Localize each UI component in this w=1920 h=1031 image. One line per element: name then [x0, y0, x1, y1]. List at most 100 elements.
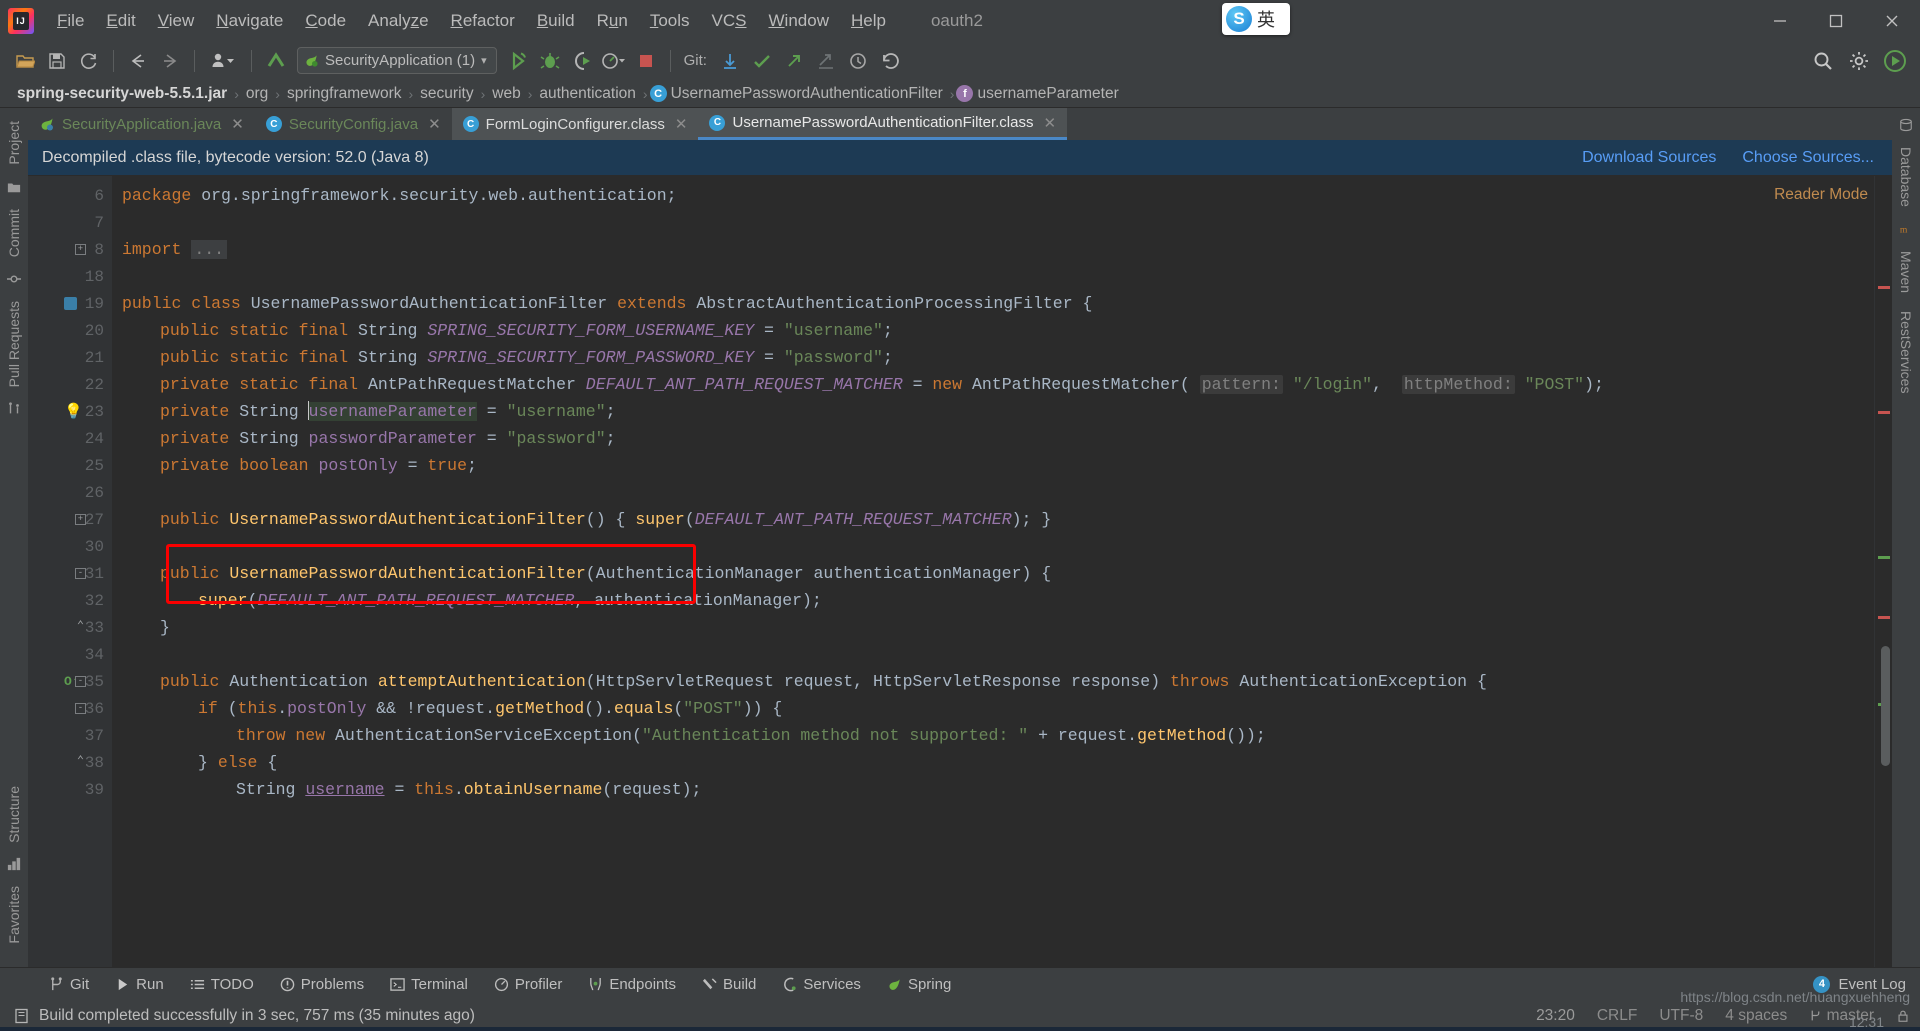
breadcrumb-item-class[interactable]: C UsernamePasswordAuthenticationFilter [649, 85, 948, 103]
sidebar-item-commit[interactable]: Commit [4, 200, 24, 266]
code-fold-toggle[interactable]: - [75, 676, 86, 687]
gutter-line[interactable]: 18 [28, 263, 112, 290]
bottom-item-git[interactable]: Git [36, 976, 102, 993]
gutter-line[interactable]: ⌃ 33 [28, 614, 112, 641]
menu-analyze[interactable]: Analyze [357, 7, 440, 35]
gutter-line[interactable]: O↑ -35 [28, 668, 112, 695]
intention-bulb-icon[interactable]: 💡 [64, 402, 83, 421]
ime-indicator[interactable]: 英 [1222, 3, 1290, 35]
profiler-dropdown-icon[interactable] [599, 47, 629, 75]
gutter-line[interactable]: -31 [28, 560, 112, 587]
run-with-coverage-icon[interactable] [567, 47, 597, 75]
update-project-icon[interactable] [261, 47, 291, 75]
sidebar-item-restservices[interactable]: RestServices [1896, 302, 1916, 402]
code-line[interactable]: public class UsernamePasswordAuthenticat… [112, 290, 1874, 317]
gutter-line[interactable]: 💡 23 [28, 398, 112, 425]
menu-window[interactable]: Window [758, 7, 840, 35]
git-shelve-icon[interactable] [811, 47, 841, 75]
code-line[interactable]: } else { [112, 749, 1874, 776]
error-marker[interactable] [1878, 411, 1890, 414]
code-fold-toggle[interactable]: - [75, 568, 86, 579]
code-line[interactable]: String username = this.obtainUsername(re… [112, 776, 1874, 803]
event-log-label[interactable]: Event Log [1838, 976, 1906, 993]
sidebar-item-pull-requests[interactable]: Pull Requests [4, 292, 24, 396]
status-line-separator[interactable]: CRLF [1597, 1007, 1637, 1025]
bottom-item-run[interactable]: Run [102, 976, 177, 993]
menu-file[interactable]: File [46, 7, 95, 35]
refresh-icon[interactable] [74, 47, 104, 75]
gutter-line[interactable]: 24 [28, 425, 112, 452]
gutter-line[interactable]: 26 [28, 479, 112, 506]
git-history-icon[interactable] [843, 47, 873, 75]
code-line[interactable]: if (this.postOnly && !request.getMethod(… [112, 695, 1874, 722]
stop-icon[interactable] [631, 47, 661, 75]
code-line[interactable]: super(DEFAULT_ANT_PATH_REQUEST_MATCHER, … [112, 587, 1874, 614]
intellij-idea-icon[interactable] [1880, 47, 1910, 75]
code-fold-toggle[interactable]: + [75, 514, 86, 525]
gutter-line[interactable]: +8 [28, 236, 112, 263]
bottom-item-endpoints[interactable]: Endpoints [575, 976, 689, 993]
lock-icon[interactable] [1896, 1009, 1910, 1023]
gutter-line[interactable]: 22 [28, 371, 112, 398]
git-push-icon[interactable] [779, 47, 809, 75]
gutter-line[interactable]: 30 [28, 533, 112, 560]
tab-security-config[interactable]: C SecurityConfig.java ✕ [255, 108, 452, 140]
menu-edit[interactable]: Edit [95, 7, 146, 35]
tab-close-icon[interactable]: ✕ [231, 115, 244, 133]
download-sources-link[interactable]: Download Sources [1582, 149, 1716, 167]
tab-close-icon[interactable]: ✕ [428, 115, 441, 133]
sidebar-item-maven[interactable]: Maven [1896, 242, 1916, 302]
breadcrumb-item-springframework[interactable]: springframework [282, 85, 407, 103]
code-line[interactable]: private static final AntPathRequestMatch… [112, 371, 1874, 398]
code-line[interactable]: public UsernamePasswordAuthenticationFil… [112, 506, 1874, 533]
bottom-item-spring[interactable]: Spring [874, 976, 964, 993]
code-line[interactable] [112, 533, 1874, 560]
gutter-line[interactable]: 39 [28, 776, 112, 803]
code-line[interactable]: public UsernamePasswordAuthenticationFil… [112, 560, 1874, 587]
gutter-line[interactable]: 7 [28, 209, 112, 236]
close-button[interactable] [1864, 0, 1920, 41]
gutter-line[interactable]: 21 [28, 344, 112, 371]
gutter-line[interactable]: 19 [28, 290, 112, 317]
pull-request-icon[interactable] [7, 396, 21, 422]
bottom-item-services[interactable]: Services [769, 976, 874, 993]
menu-refactor[interactable]: Refactor [440, 7, 526, 35]
commit-icon[interactable] [7, 266, 21, 292]
gutter-line[interactable]: 6 [28, 182, 112, 209]
sidebar-item-favorites[interactable]: Favorites [4, 877, 24, 953]
code-fold-toggle[interactable]: - [75, 703, 86, 714]
code-editor[interactable]: 6 7 +8 18 19 20 21 22 💡 23 24 25 26 +27 30-31 32 ⌃ 33 34 O↑… [28, 176, 1892, 967]
code-line[interactable]: private String usernameParameter = "user… [112, 398, 1874, 425]
menu-code[interactable]: Code [294, 7, 357, 35]
maven-icon[interactable]: m [1899, 216, 1913, 242]
maximize-button[interactable] [1808, 0, 1864, 41]
run-configuration-selector[interactable]: SecurityApplication (1) ▾ [297, 47, 497, 74]
project-folder-icon[interactable] [7, 174, 21, 200]
gutter-line[interactable]: 37 [28, 722, 112, 749]
sidebar-item-project[interactable]: Project [4, 112, 24, 174]
bottom-item-terminal[interactable]: Terminal [377, 976, 481, 993]
code-line[interactable]: import ... [112, 236, 1874, 263]
choose-sources-link[interactable]: Choose Sources... [1742, 149, 1874, 167]
menu-navigate[interactable]: Navigate [205, 7, 294, 35]
menu-run[interactable]: Run [586, 7, 639, 35]
gutter-line[interactable]: -36 [28, 695, 112, 722]
sidebar-item-structure[interactable]: Structure [4, 777, 24, 852]
breadcrumb-item-jar[interactable]: spring-security-web-5.5.1.jar [12, 85, 232, 103]
code-fold-toggle[interactable]: + [75, 244, 86, 255]
status-branch[interactable]: master [1809, 1007, 1874, 1025]
error-marker[interactable] [1878, 616, 1890, 619]
menu-view[interactable]: View [147, 7, 206, 35]
tab-form-login-configurer[interactable]: C FormLoginConfigurer.class ✕ [451, 108, 699, 140]
gutter-line[interactable]: 34 [28, 641, 112, 668]
git-commit-icon[interactable] [747, 47, 777, 75]
code-line[interactable]: public static final String SPRING_SECURI… [112, 344, 1874, 371]
code-line[interactable]: private boolean postOnly = true; [112, 452, 1874, 479]
code-fold-toggle[interactable]: ⌃ [75, 620, 86, 633]
breadcrumb-item-authentication[interactable]: authentication [534, 85, 641, 103]
code-line[interactable] [112, 641, 1874, 668]
gear-icon[interactable] [1844, 47, 1874, 75]
arrow-right-icon[interactable] [155, 47, 185, 75]
vertical-scrollbar[interactable] [1881, 646, 1890, 766]
error-marker[interactable] [1878, 286, 1890, 289]
